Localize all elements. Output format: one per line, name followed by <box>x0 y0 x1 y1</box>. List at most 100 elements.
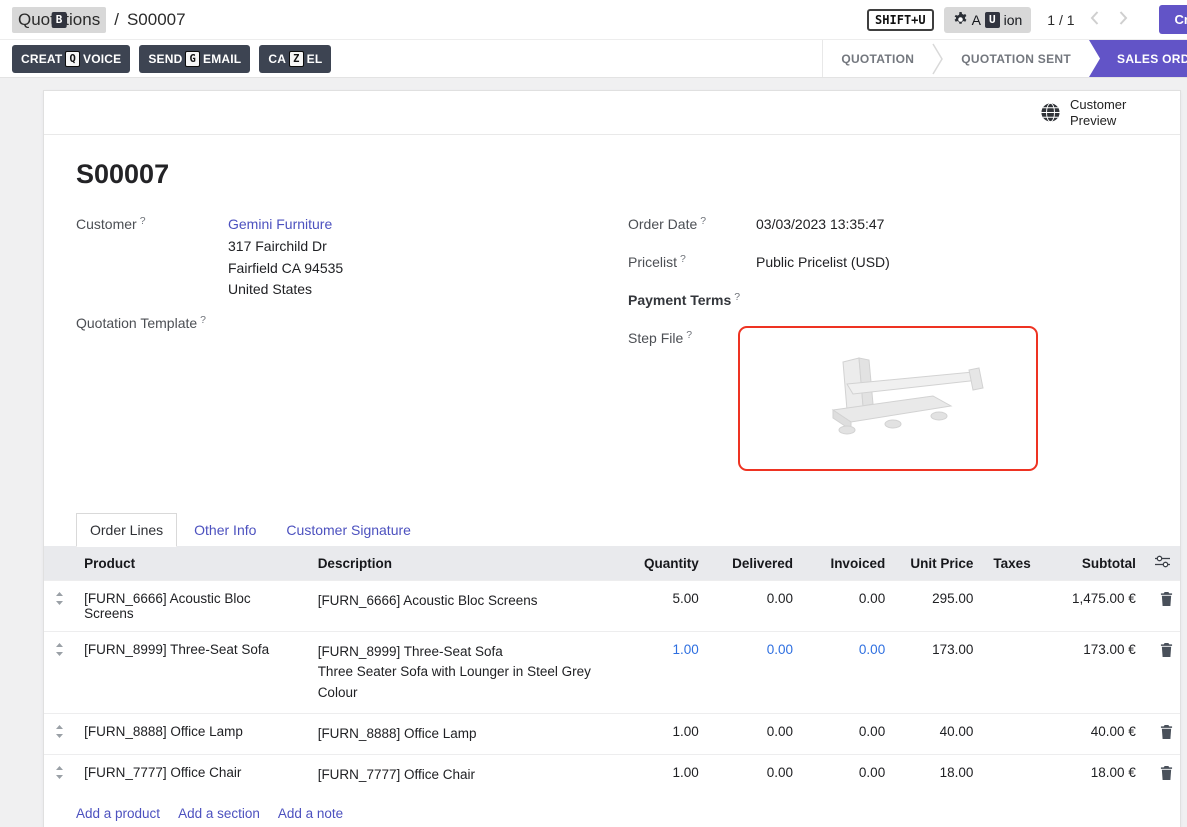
stage-quotation-sent[interactable]: QUOTATION SENT <box>943 40 1089 77</box>
customer-link[interactable]: Gemini Furniture <box>228 216 332 232</box>
action-button-bar: CREAT Q VOICE SEND G EMAIL CA Z EL QUOTA… <box>0 40 1187 78</box>
table-row: [FURN_6666] Acoustic Bloc Screens [FURN_… <box>44 581 1180 632</box>
col-header-subtotal: Subtotal <box>1036 546 1146 581</box>
pager-previous-button[interactable] <box>1085 7 1104 32</box>
kbd-hint-shift-u: SHIFT+U <box>867 9 934 31</box>
cell-delivered[interactable]: 0.00 <box>709 581 803 632</box>
cell-unit-price[interactable]: 18.00 <box>895 755 983 796</box>
table-header-row: Product Description Quantity Delivered I… <box>44 546 1180 581</box>
cell-product[interactable]: [FURN_8888] Office Lamp <box>74 713 308 754</box>
cell-quantity[interactable]: 1.00 <box>613 755 708 796</box>
customer-preview-button[interactable]: Customer Preview <box>1040 97 1138 128</box>
cell-description[interactable]: [FURN_8999] Three-Seat Sofa Three Seater… <box>308 632 614 714</box>
pager-next-button[interactable] <box>1114 7 1133 32</box>
delete-row-button[interactable] <box>1156 724 1177 743</box>
cancel-label-start: CA <box>268 52 286 66</box>
cell-description[interactable]: [FURN_8888] Office Lamp <box>308 713 614 754</box>
order-lines-table: Product Description Quantity Delivered I… <box>44 546 1180 795</box>
field-order-date-label: Order Date <box>628 216 697 232</box>
cell-taxes[interactable] <box>983 632 1035 714</box>
sliders-icon <box>1155 555 1170 568</box>
table-row: [FURN_8888] Office Lamp [FURN_8888] Offi… <box>44 713 1180 754</box>
breadcrumb-quotations[interactable]: Quotations B <box>12 7 106 33</box>
cell-product[interactable]: [FURN_6666] Acoustic Bloc Screens <box>74 581 308 632</box>
customer-field-value: Gemini Furniture 317 Fairchild Dr Fairfi… <box>228 216 343 301</box>
cell-quantity[interactable]: 5.00 <box>613 581 708 632</box>
drag-handle[interactable] <box>44 713 74 754</box>
cell-delivered[interactable]: 0.00 <box>709 713 803 754</box>
main-content: Customer Preview S00007 Customer? Gemini… <box>0 78 1187 827</box>
delete-row-button[interactable] <box>1156 765 1177 784</box>
chevron-right-icon <box>1119 11 1128 25</box>
cell-invoiced[interactable]: 0.00 <box>803 755 895 796</box>
tab-customer-signature[interactable]: Customer Signature <box>273 514 424 546</box>
add-section-link[interactable]: Add a section <box>178 806 260 821</box>
cell-subtotal: 40.00 € <box>1036 713 1146 754</box>
create-invoice-label-end: VOICE <box>83 52 121 66</box>
breadcrumb-current: S00007 <box>127 10 186 30</box>
send-email-label-end: EMAIL <box>203 52 241 66</box>
optional-columns-button[interactable] <box>1146 546 1180 581</box>
step-file-preview[interactable] <box>738 326 1038 471</box>
table-row: [FURN_8999] Three-Seat Sofa [FURN_8999] … <box>44 632 1180 714</box>
pricelist-value[interactable]: Public Pricelist (USD) <box>756 254 890 284</box>
cell-description[interactable]: [FURN_7777] Office Chair <box>308 755 614 796</box>
breadcrumb-separator: / <box>114 10 119 30</box>
order-date-value[interactable]: 03/03/2023 13:35:47 <box>756 216 884 246</box>
action-menu-button[interactable]: A U ion <box>944 7 1032 33</box>
col-header-handle <box>44 546 74 581</box>
form-sheet: Customer Preview S00007 Customer? Gemini… <box>43 90 1181 827</box>
control-panel-right: SHIFT+U A U ion 1 / 1 Create <box>867 5 1187 34</box>
send-email-button[interactable]: SEND G EMAIL <box>139 45 250 73</box>
col-header-product: Product <box>74 546 308 581</box>
kbd-hint-z: Z <box>289 51 304 67</box>
create-button[interactable]: Create <box>1159 5 1187 34</box>
delete-row-button[interactable] <box>1156 591 1177 610</box>
cell-quantity[interactable]: 1.00 <box>613 713 708 754</box>
add-note-link[interactable]: Add a note <box>278 806 343 821</box>
stage-quotation[interactable]: QUOTATION <box>823 40 932 77</box>
help-question-mark: ? <box>680 253 686 265</box>
cell-description[interactable]: [FURN_6666] Acoustic Bloc Screens <box>308 581 614 632</box>
field-customer-label: Customer <box>76 216 137 232</box>
cancel-label-end: EL <box>307 52 323 66</box>
delete-row-button[interactable] <box>1156 642 1177 661</box>
drag-handle[interactable] <box>44 755 74 796</box>
cell-unit-price[interactable]: 295.00 <box>895 581 983 632</box>
cell-product[interactable]: [FURN_7777] Office Chair <box>74 755 308 796</box>
step-file-3d-object <box>773 344 1003 454</box>
cell-unit-price[interactable]: 40.00 <box>895 713 983 754</box>
cancel-button[interactable]: CA Z EL <box>259 45 331 73</box>
tab-other-info[interactable]: Other Info <box>181 514 269 546</box>
cell-delivered[interactable]: 0.00 <box>709 632 803 714</box>
create-invoice-button[interactable]: CREAT Q VOICE <box>12 45 130 73</box>
table-row: [FURN_7777] Office Chair [FURN_7777] Off… <box>44 755 1180 796</box>
cell-delete <box>1146 755 1180 796</box>
help-question-mark: ? <box>734 291 740 303</box>
create-invoice-label-start: CREAT <box>21 52 62 66</box>
kbd-hint-u: U <box>985 12 1000 28</box>
action-label-start: A <box>972 12 981 28</box>
cell-taxes[interactable] <box>983 713 1035 754</box>
action-label-end: ion <box>1004 12 1023 28</box>
cell-invoiced[interactable]: 0.00 <box>803 632 895 714</box>
add-product-link[interactable]: Add a product <box>76 806 160 821</box>
cell-delivered[interactable]: 0.00 <box>709 755 803 796</box>
drag-handle[interactable] <box>44 632 74 714</box>
cell-taxes[interactable] <box>983 581 1035 632</box>
tab-order-lines[interactable]: Order Lines <box>76 513 177 547</box>
field-payment-terms-label: Payment Terms <box>628 292 731 308</box>
add-line-links: Add a product Add a section Add a note <box>44 795 1180 827</box>
cell-invoiced[interactable]: 0.00 <box>803 581 895 632</box>
cell-unit-price[interactable]: 173.00 <box>895 632 983 714</box>
drag-handle[interactable] <box>44 581 74 632</box>
pager-value[interactable]: 1 / 1 <box>1047 12 1074 28</box>
cell-product[interactable]: [FURN_8999] Three-Seat Sofa <box>74 632 308 714</box>
cell-invoiced[interactable]: 0.00 <box>803 713 895 754</box>
cell-quantity[interactable]: 1.00 <box>613 632 708 714</box>
drag-handle-icon <box>55 643 64 656</box>
cell-taxes[interactable] <box>983 755 1035 796</box>
left-column: Customer? Gemini Furniture 317 Fairchild… <box>76 216 628 479</box>
stage-sales-order[interactable]: SALES ORDER <box>1089 40 1187 77</box>
col-header-quantity: Quantity <box>613 546 708 581</box>
